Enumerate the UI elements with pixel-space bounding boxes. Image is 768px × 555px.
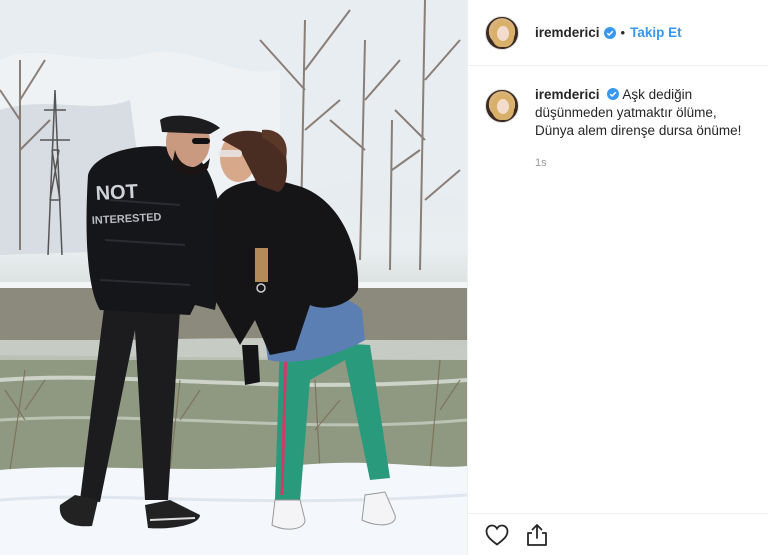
verified-badge-icon <box>607 88 620 100</box>
share-button[interactable] <box>524 522 550 548</box>
heart-icon <box>485 524 509 546</box>
instagram-post: NOT INTERESTED iremderici • Takip Et ire… <box>0 0 768 555</box>
avatar[interactable] <box>485 15 519 50</box>
post-side-panel: iremderici • Takip Et iremderici Aşk ded… <box>467 0 768 555</box>
photo-scene: NOT INTERESTED <box>0 0 467 555</box>
header-separator: • <box>620 25 626 40</box>
caption-body: iremderici Aşk dediğin düşünmeden yatmak… <box>535 86 755 172</box>
like-button[interactable] <box>484 522 510 548</box>
caption-comment: iremderici Aşk dediğin düşünmeden yatmak… <box>468 66 768 172</box>
action-bar <box>468 513 768 555</box>
share-icon <box>527 523 547 546</box>
caption-username[interactable]: iremderici <box>535 87 600 102</box>
post-header: iremderici • Takip Et <box>468 0 768 66</box>
avatar-face <box>497 99 509 114</box>
avatar-face <box>497 25 509 41</box>
post-photo[interactable]: NOT INTERESTED <box>0 0 467 555</box>
caption-avatar[interactable] <box>485 89 519 123</box>
follow-button[interactable]: Takip Et <box>630 25 682 40</box>
verified-badge-icon <box>603 26 616 39</box>
post-timestamp[interactable]: 1s <box>535 154 755 172</box>
header-username[interactable]: iremderici <box>535 25 600 40</box>
jacket-print-line-1: NOT <box>95 181 138 205</box>
